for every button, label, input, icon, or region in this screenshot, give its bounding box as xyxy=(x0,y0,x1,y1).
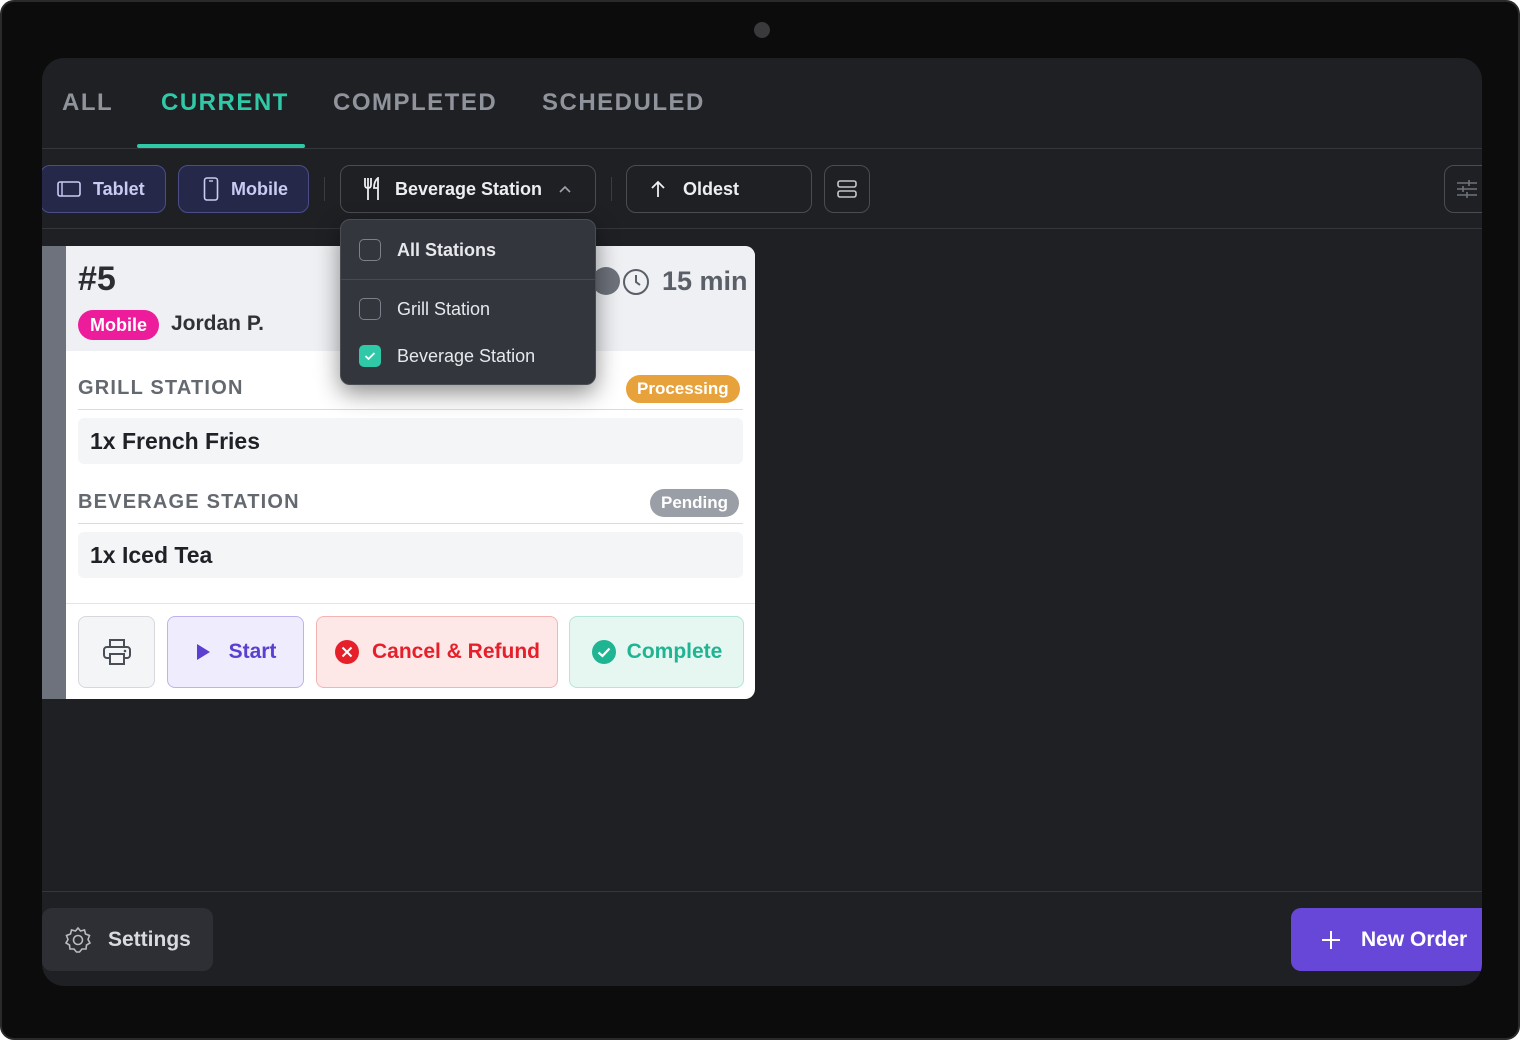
start-button[interactable]: Start xyxy=(167,616,304,688)
mobile-icon xyxy=(203,177,219,201)
station-divider xyxy=(78,409,743,410)
clock-icon xyxy=(623,268,649,295)
tablet-filter-label: Tablet xyxy=(93,178,145,199)
order-item: 1x Iced Tea xyxy=(78,532,743,578)
sort-button[interactable]: Oldest xyxy=(626,165,812,213)
elapsed-time-label: 15 min xyxy=(662,266,748,296)
checkbox-checked[interactable] xyxy=(359,345,381,367)
camera-dot xyxy=(754,22,770,38)
new-order-label: New Order xyxy=(1361,927,1468,951)
station-dropdown-menu: All Stations Grill Station Beverage Stat… xyxy=(340,219,596,385)
layout-toggle-button[interactable] xyxy=(824,165,870,213)
elapsed-time: 15 min xyxy=(622,266,748,297)
order-number: #5 xyxy=(78,260,116,298)
tab-current[interactable]: CURRENT xyxy=(161,89,289,117)
new-order-button[interactable]: New Order xyxy=(1291,908,1482,971)
customer-name: Jordan P. xyxy=(171,312,264,335)
plus-icon xyxy=(1322,930,1340,949)
tab-completed[interactable]: COMPLETED xyxy=(333,89,497,117)
card-footer-divider xyxy=(66,603,755,604)
dropdown-item-grill-station[interactable]: Grill Station xyxy=(341,285,595,333)
order-status-bar xyxy=(42,246,66,699)
settings-button[interactable]: Settings xyxy=(42,908,213,971)
station-title-beverage: BEVERAGE STATION xyxy=(78,491,300,513)
chevron-up-icon xyxy=(559,185,571,193)
bottom-divider xyxy=(42,891,1482,892)
arrow-up-icon xyxy=(651,180,665,197)
checkbox-unchecked[interactable] xyxy=(359,298,381,320)
tablet-filter-button[interactable]: Tablet xyxy=(42,165,166,213)
tab-scheduled[interactable]: SCHEDULED xyxy=(542,89,705,117)
station-select[interactable]: Beverage Station xyxy=(340,165,596,213)
settings-label: Settings xyxy=(108,927,191,951)
cancel-refund-button[interactable]: Cancel & Refund xyxy=(316,616,558,688)
order-source-badge: Mobile xyxy=(78,310,159,340)
filter-settings-button[interactable] xyxy=(1444,165,1482,213)
complete-button-label: Complete xyxy=(626,640,723,663)
dropdown-divider xyxy=(341,279,595,280)
status-badge-pending: Pending xyxy=(650,489,740,517)
tab-all[interactable]: ALL xyxy=(62,89,113,117)
order-tabs: ALL CURRENT COMPLETED SCHEDULED xyxy=(42,58,1482,149)
dropdown-item-beverage-station[interactable]: Beverage Station xyxy=(341,332,595,380)
station-title-grill: GRILL STATION xyxy=(78,377,244,399)
mobile-filter-label: Mobile xyxy=(231,178,288,199)
gear-icon xyxy=(64,926,92,953)
dropdown-item-label: All Stations xyxy=(397,239,497,260)
checkmark-icon xyxy=(364,352,376,361)
toolbar-divider xyxy=(611,177,612,201)
toolbar-divider xyxy=(324,177,325,201)
dropdown-item-label: Beverage Station xyxy=(397,345,536,366)
checkbox-unchecked[interactable] xyxy=(359,239,381,261)
tablet-device: ALL CURRENT COMPLETED SCHEDULED Tablet M… xyxy=(0,0,1520,1040)
sliders-icon xyxy=(1457,180,1477,198)
printer-icon xyxy=(102,639,131,665)
station-select-label: Beverage Station xyxy=(395,178,543,199)
mobile-filter-button[interactable]: Mobile xyxy=(178,165,309,213)
print-button[interactable] xyxy=(78,616,155,688)
utensils-icon xyxy=(364,177,379,200)
complete-button[interactable]: Complete xyxy=(569,616,744,688)
tablet-icon xyxy=(57,181,81,197)
dropdown-item-label: Grill Station xyxy=(397,298,491,319)
info-icon xyxy=(592,267,620,295)
play-icon xyxy=(196,644,210,660)
filter-toolbar: Tablet Mobile Beverage Station Oldest xyxy=(42,149,1482,229)
close-circle-icon xyxy=(334,640,359,664)
order-item: 1x French Fries xyxy=(78,418,743,464)
active-tab-indicator xyxy=(137,144,305,148)
cancel-refund-label: Cancel & Refund xyxy=(371,640,541,663)
status-badge-processing: Processing xyxy=(626,375,740,403)
start-button-label: Start xyxy=(228,640,277,663)
check-circle-icon xyxy=(591,640,616,664)
sort-label: Oldest xyxy=(683,178,740,199)
app-screen: ALL CURRENT COMPLETED SCHEDULED Tablet M… xyxy=(42,58,1482,986)
rows-icon xyxy=(837,180,857,198)
dropdown-item-all-stations[interactable]: All Stations xyxy=(341,226,595,274)
station-divider xyxy=(78,523,743,524)
